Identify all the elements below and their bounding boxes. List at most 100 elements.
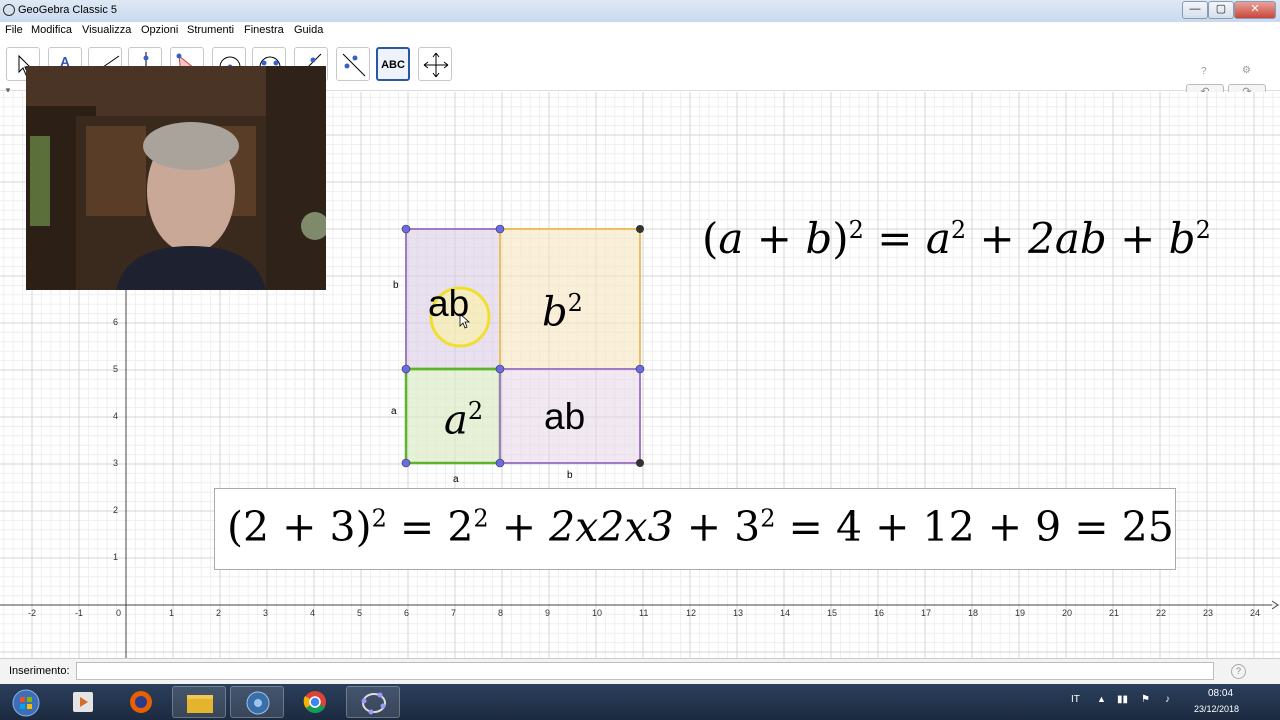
num-eq2: = (788, 503, 823, 551)
taskbar-media-player[interactable] (56, 686, 110, 718)
menu-opzioni[interactable]: Opzioni (141, 24, 178, 36)
close-button[interactable]: ✕ (1234, 1, 1276, 19)
tray-date[interactable]: 23/12/2018 (1194, 704, 1239, 714)
taskbar: IT ▲ ▮▮ ⚑ ♪ 08:04 23/12/2018 (0, 684, 1280, 720)
var-a2: a (925, 214, 951, 263)
num-t1: 2 (447, 503, 474, 551)
num-t4: 4 (835, 503, 863, 551)
var-a: a (718, 214, 744, 263)
num-t3: 3 (734, 503, 761, 551)
start-icon (12, 689, 40, 717)
menu-finestra[interactable]: Finestra (244, 24, 284, 36)
num-t2: 2x2x3 (549, 503, 674, 551)
window-title: GeoGebra Classic 5 (18, 4, 118, 16)
plus-sign-3: + (1120, 214, 1156, 263)
num-p2: + (686, 503, 722, 551)
menu-modifica[interactable]: Modifica (31, 24, 72, 36)
taskbar-firefox[interactable] (114, 686, 168, 718)
numeric-example-box[interactable]: (2 + 3)2 = 22 + 2x2x3 + 32 = 4 + 12 + 9 … (214, 488, 1176, 570)
num-t7: 25 (1121, 503, 1174, 551)
tray-time[interactable]: 08:04 (1208, 688, 1233, 699)
media-player-icon (73, 692, 93, 712)
a2-base: a (444, 397, 468, 444)
input-bar: Inserimento: ? (0, 658, 1280, 685)
numeric-formula: (2 + 3)2 = 22 + 2x2x3 + 32 = 4 + 12 + 9 … (227, 503, 1174, 551)
move-graphics-tool-button[interactable] (418, 47, 452, 81)
tray-show-hidden-icon[interactable]: ▲ (1097, 694, 1106, 704)
label-a-left: a (391, 406, 397, 417)
title-bar: GeoGebra Classic 5 — ▢ ✕ (0, 0, 1280, 23)
num-eq3: = (1074, 503, 1109, 551)
tray-language[interactable]: IT (1071, 694, 1080, 705)
webcam-overlay (26, 66, 326, 290)
text-tool-icon: ABC (381, 59, 405, 71)
taskbar-geogebra[interactable] (346, 686, 400, 718)
reflect-tool-button[interactable] (336, 47, 370, 81)
label-ab-top[interactable]: ab (428, 283, 469, 325)
text-tool-button[interactable]: ABC (376, 47, 410, 81)
term-2ab: 2ab (1028, 214, 1107, 263)
tray-network-icon[interactable]: ▮▮ (1117, 694, 1128, 705)
b2-exponent: 2 (567, 289, 583, 317)
point-bottom-right[interactable] (636, 459, 644, 467)
settings-gear-icon[interactable]: ⚙ (1242, 65, 1251, 76)
num-exp1: 2 (371, 504, 387, 533)
label-a-bottom: a (453, 474, 459, 485)
chrome-icon (303, 691, 326, 713)
point-bottom-left[interactable] (401, 458, 411, 468)
paren-open: ( (702, 214, 719, 263)
a2-exponent: 2 (467, 397, 484, 425)
start-button[interactable] (0, 686, 50, 718)
point-top-left[interactable] (401, 224, 411, 234)
num-e1: 2 (473, 504, 489, 533)
menu-file[interactable]: File (5, 24, 23, 36)
reflect-tool-icon (342, 53, 366, 77)
num-e3: 2 (760, 504, 776, 533)
paren-close: ) (832, 214, 849, 263)
menu-bar: File Modifica Visualizza Opzioni Strumen… (0, 22, 1280, 40)
label-b-bottom: b (567, 470, 573, 481)
num-t6: 9 (1035, 503, 1062, 551)
var-b2: b (1168, 214, 1196, 263)
input-help-icon[interactable]: ? (1231, 664, 1246, 679)
menu-guida[interactable]: Guida (294, 24, 323, 36)
exponent-b2: 2 (1195, 216, 1211, 244)
geogebra-app-icon (3, 4, 15, 16)
label-b-squared[interactable]: b2 (542, 289, 583, 335)
taskbar-file-explorer[interactable] (172, 686, 226, 718)
exponent: 2 (848, 216, 864, 244)
num-t5: 12 (922, 503, 975, 551)
tray-flag-icon[interactable]: ⚑ (1141, 694, 1150, 705)
geogebra-icon (361, 692, 386, 715)
taskbar-media[interactable] (230, 686, 284, 718)
point-top-right[interactable] (636, 225, 644, 233)
num-p4: + (987, 503, 1023, 551)
file-explorer-icon (187, 695, 213, 713)
point-mid-left[interactable] (401, 364, 411, 374)
maximize-button[interactable]: ▢ (1208, 1, 1234, 19)
point-top-mid[interactable] (495, 224, 505, 234)
label-a-squared[interactable]: a2 (444, 397, 483, 443)
label-ab-bottom[interactable]: ab (544, 396, 585, 438)
num-eq1: = (399, 503, 435, 551)
plus-sign: + (756, 214, 792, 263)
minimize-button[interactable]: — (1182, 1, 1208, 19)
var-b: b (805, 214, 833, 263)
equals-sign: = (877, 214, 913, 263)
point-center[interactable] (495, 364, 505, 374)
tray-volume-icon[interactable]: ♪ (1165, 694, 1170, 705)
move-graphics-tool-icon (423, 52, 449, 78)
media-icon (246, 691, 270, 715)
firefox-icon (130, 691, 152, 713)
webcam-video-frame (26, 66, 326, 290)
menu-visualizza[interactable]: Visualizza (82, 24, 131, 36)
input-field[interactable] (76, 662, 1214, 680)
menu-strumenti[interactable]: Strumenti (187, 24, 234, 36)
taskbar-chrome[interactable] (288, 686, 342, 718)
point-mid-right[interactable] (635, 364, 645, 374)
label-b-left: b (393, 280, 399, 291)
exponent-a2: 2 (950, 216, 967, 244)
identity-formula[interactable]: (a + b)2 = a2 + 2ab + b2 (702, 214, 1211, 263)
help-icon[interactable]: ? (1201, 66, 1207, 77)
point-bottom-mid[interactable] (495, 458, 505, 468)
